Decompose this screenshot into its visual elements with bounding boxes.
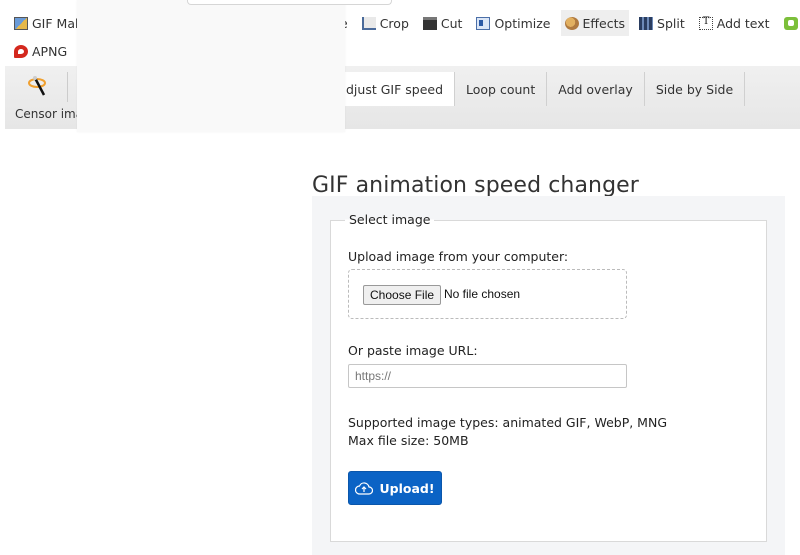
crop-icon	[361, 16, 376, 30]
url-label: Or paste image URL:	[348, 343, 478, 358]
sub-tabs: djust GIF speed Loop count Add overlay Side…	[335, 72, 746, 106]
page-title: GIF animation speed changer	[312, 172, 639, 198]
tab-add-overlay[interactable]: Add overlay	[547, 72, 645, 106]
dropdown-popup	[187, 0, 392, 5]
tab-loop-count[interactable]: Loop count	[455, 72, 548, 106]
optimize-icon	[476, 16, 491, 30]
nav-item-split[interactable]: Split	[635, 10, 689, 36]
choose-file-button[interactable]: Choose File	[363, 285, 442, 305]
nav-item-label: Effects	[582, 15, 626, 31]
overlay-panel	[77, 0, 392, 132]
magic-wand-icon	[28, 76, 46, 96]
nav-item-cut[interactable]: Cut	[419, 10, 467, 36]
nav-item-label: Split	[657, 15, 685, 31]
nav-item-label: APNG	[32, 43, 68, 59]
gif-maker-icon	[14, 16, 28, 30]
file-status: No file chosen	[444, 287, 521, 301]
tab-side-by-side[interactable]: Side by Side	[645, 72, 746, 106]
apng-icon	[14, 44, 28, 58]
nav-item-label: Cut	[440, 15, 463, 31]
cloud-upload-icon	[355, 482, 374, 495]
nav-item-label: Crop	[379, 15, 409, 31]
nav-item-label: Add text	[716, 15, 770, 31]
cut-icon	[422, 16, 437, 30]
image-url-input[interactable]	[348, 364, 627, 388]
select-image-fieldset: Select image Upload image from your comp…	[330, 212, 767, 542]
nav-item-effects[interactable]: Effects	[560, 10, 630, 36]
upload-button[interactable]: Upload!	[348, 471, 442, 505]
nav-item-apng[interactable]: APNG	[10, 38, 71, 64]
nav-item-webp[interactable]: WebP	[780, 10, 800, 36]
upload-button-label: Upload!	[379, 480, 435, 496]
nav-item-label: Optimize	[494, 15, 551, 31]
supported-types: Supported image types: animated GIF, Web…	[348, 415, 668, 430]
split-icon	[639, 16, 654, 30]
upload-label: Upload image from your computer:	[348, 249, 569, 264]
palette-icon	[564, 16, 579, 30]
censor-image-tool[interactable]: Censor ima	[5, 66, 83, 129]
file-dropzone[interactable]: Choose File No file chosen	[348, 269, 627, 319]
nav-item-crop[interactable]: Crop	[358, 10, 413, 36]
webp-icon	[783, 16, 798, 30]
fieldset-legend: Select image	[345, 212, 435, 227]
toolbar-separator	[67, 72, 68, 102]
max-file-size: Max file size: 50MB	[348, 433, 469, 448]
add-text-icon	[698, 16, 713, 30]
nav-item-add-text[interactable]: Add text	[695, 10, 774, 36]
upload-panel: Select image Upload image from your comp…	[312, 196, 785, 555]
tab-djust-gif-speed[interactable]: djust GIF speed	[335, 72, 456, 106]
censor-image-label: Censor ima	[15, 107, 84, 121]
nav-item-optimize[interactable]: Optimize	[472, 10, 554, 36]
